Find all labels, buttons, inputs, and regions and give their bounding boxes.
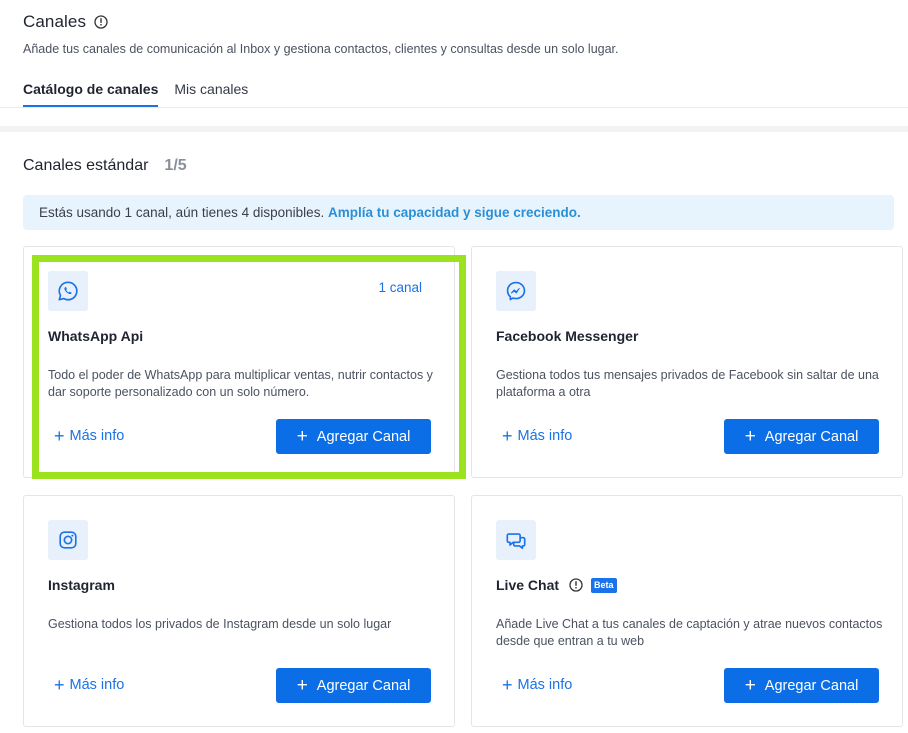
plus-icon: + [502, 426, 513, 446]
add-channel-label: Agregar Canal [316, 428, 411, 445]
add-channel-button[interactable]: + Agregar Canal [276, 668, 431, 703]
channel-count: 1 canal [378, 280, 422, 295]
more-info-link[interactable]: + Más info [54, 426, 125, 446]
upgrade-link[interactable]: Amplía tu capacidad y sigue creciendo. [328, 205, 581, 220]
card-name: Live Chat [496, 577, 560, 593]
card-name-row: Live Chat Beta [496, 577, 617, 593]
card-name: Facebook Messenger [496, 328, 639, 344]
card-description: Todo el poder de WhatsApp para multiplic… [48, 368, 433, 399]
card-description: Gestiona todos tus mensajes privados de … [496, 368, 879, 399]
plus-icon: + [54, 675, 65, 695]
more-info-label: Más info [517, 677, 573, 693]
card-name-row: WhatsApp Api [48, 328, 143, 344]
tab-divider [0, 107, 908, 108]
add-channel-label: Agregar Canal [764, 677, 859, 694]
whatsapp-icon [48, 271, 88, 311]
page-subtitle: Añade tus canales de comunicación al Inb… [23, 42, 619, 56]
section-count: 1/5 [164, 157, 187, 174]
card-description: Gestiona todos los privados de Instagram… [48, 617, 392, 631]
add-channel-button[interactable]: + Agregar Canal [724, 668, 879, 703]
more-info-label: Más info [69, 677, 125, 693]
section-title: Canales estándar [23, 157, 149, 174]
card-name: Instagram [48, 577, 115, 593]
title-row: Canales [23, 12, 108, 32]
section-divider [0, 126, 908, 132]
channel-card-messenger: Facebook Messenger Gestiona todos tus me… [471, 246, 903, 478]
plus-icon: + [502, 675, 513, 695]
add-channel-button[interactable]: + Agregar Canal [724, 419, 879, 454]
tab-mis-canales[interactable]: Mis canales [174, 78, 248, 108]
notice-text: Estás usando 1 canal, aún tienes 4 dispo… [39, 205, 325, 220]
plus-icon: + [744, 674, 756, 696]
tab-bar: Catálogo de canales Mis canales [23, 78, 264, 108]
more-info-link[interactable]: + Más info [502, 426, 573, 446]
card-name: WhatsApp Api [48, 328, 144, 344]
page-title: Canales [23, 12, 87, 31]
more-info-link[interactable]: + Más info [502, 675, 573, 695]
page-header: Canales Añade tus canales de comunicació… [0, 0, 908, 126]
beta-badge: Beta [591, 577, 617, 593]
section-header: Canales estándar 1/5 [23, 157, 187, 175]
channel-card-live-chat: Live Chat Beta Añade Live Chat a tus can… [471, 495, 903, 727]
card-description: Añade Live Chat a tus canales de captaci… [496, 617, 883, 648]
more-info-label: Más info [69, 428, 125, 444]
plus-icon: + [296, 425, 308, 447]
chat-bubbles-icon [496, 520, 536, 560]
usage-notice: Estás usando 1 canal, aún tienes 4 dispo… [23, 195, 894, 230]
instagram-icon [48, 520, 88, 560]
info-icon[interactable] [94, 15, 108, 29]
plus-icon: + [744, 425, 756, 447]
plus-icon: + [54, 426, 65, 446]
channel-card-instagram: Instagram Gestiona todos los privados de… [23, 495, 455, 727]
more-info-link[interactable]: + Más info [54, 675, 125, 695]
add-channel-label: Agregar Canal [764, 428, 859, 445]
add-channel-label: Agregar Canal [316, 677, 411, 694]
card-name-row: Facebook Messenger [496, 328, 638, 344]
card-name-row: Instagram [48, 577, 115, 593]
add-channel-button[interactable]: + Agregar Canal [276, 419, 431, 454]
more-info-label: Más info [517, 428, 573, 444]
tab-catalogo[interactable]: Catálogo de canales [23, 78, 159, 108]
info-icon[interactable] [569, 578, 583, 592]
messenger-icon [496, 271, 536, 311]
plus-icon: + [296, 674, 308, 696]
channel-card-whatsapp: 1 canal WhatsApp Api Todo el poder de Wh… [23, 246, 466, 479]
